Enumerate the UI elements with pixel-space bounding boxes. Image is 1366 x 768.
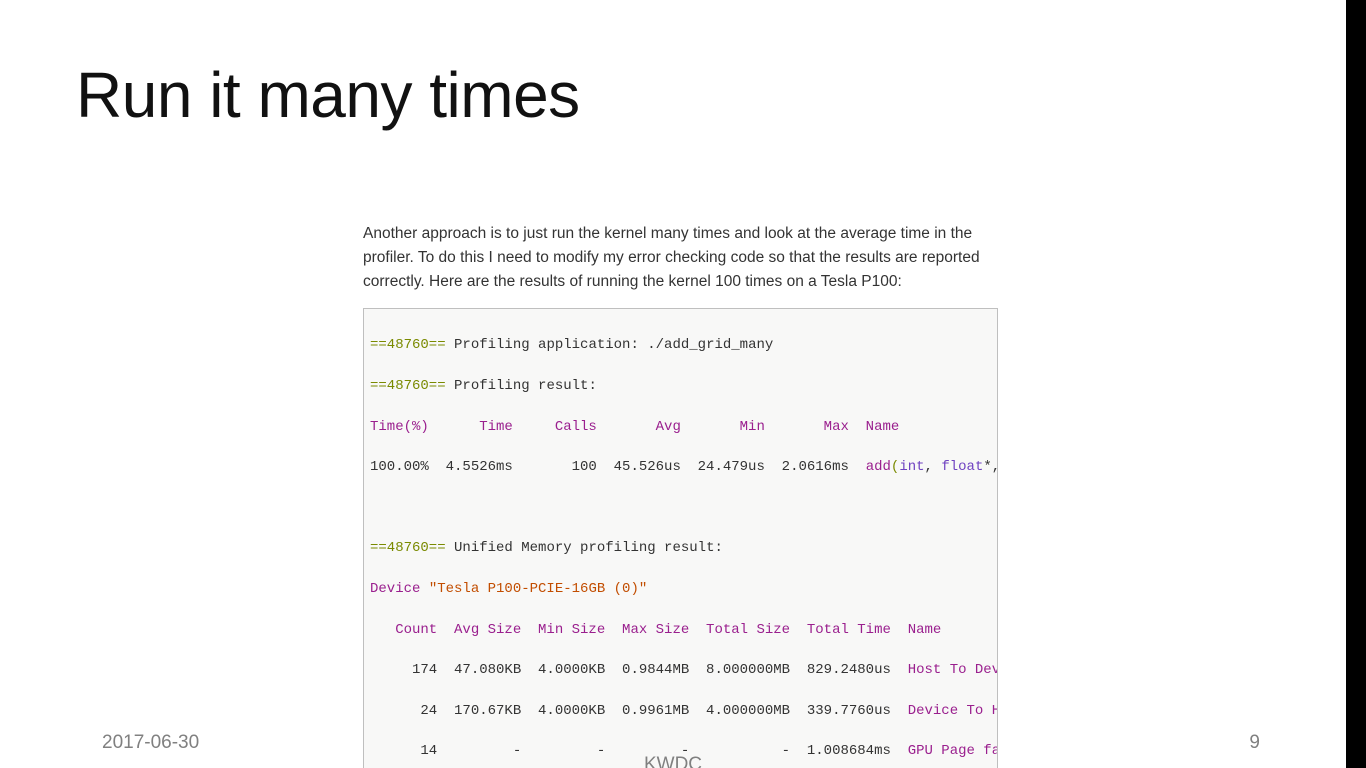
code-row: 24 170.67KB 4.0000KB 0.9961MB 4.000000MB… — [370, 703, 908, 719]
code-device-name: "Tesla P100-PCIE-16GB (0)" — [429, 581, 647, 597]
slide: Run it many times Another approach is to… — [0, 0, 1346, 768]
code-content: ==48760== Profiling application: ./add_g… — [364, 309, 997, 768]
code-row: 100.00% 4.5526ms 100 45.526us 24.479us 2… — [370, 459, 866, 475]
code-text: Unified Memory profiling result: — [446, 540, 723, 556]
code-block: ==48760== Profiling application: ./add_g… — [363, 308, 998, 768]
code-sep: , — [925, 459, 942, 475]
slide-title: Run it many times — [76, 58, 580, 132]
code-row: 174 47.080KB 4.0000KB 0.9844MB 8.000000M… — [370, 662, 908, 678]
footer-date: 2017-06-30 — [102, 732, 199, 754]
code-text: Profiling result: — [446, 378, 597, 394]
code-marker: ==48760== — [370, 378, 446, 394]
code-sep: *, — [983, 459, 997, 475]
footer-page-number: 9 — [1249, 732, 1260, 754]
code-type: float — [941, 459, 983, 475]
code-header-row: Time(%) Time Calls Avg Min Max Name — [364, 417, 997, 437]
code-marker: ==48760== — [370, 540, 446, 556]
code-marker: ==48760== — [370, 337, 446, 353]
code-row-name: Host To Devi — [908, 662, 997, 678]
slide-body: Another approach is to just run the kern… — [363, 222, 998, 768]
intro-paragraph: Another approach is to just run the kern… — [363, 222, 998, 294]
code-device-label: Device — [370, 581, 429, 597]
code-header-row: Count Avg Size Min Size Max Size Total S… — [364, 620, 997, 640]
footer-center: KWDC — [0, 754, 1346, 768]
code-text: Profiling application: ./add_grid_many — [446, 337, 774, 353]
code-row-name: Device To Ho — [908, 703, 997, 719]
code-fn: add — [866, 459, 891, 475]
code-type: int — [899, 459, 924, 475]
right-edge-bar — [1346, 0, 1366, 768]
